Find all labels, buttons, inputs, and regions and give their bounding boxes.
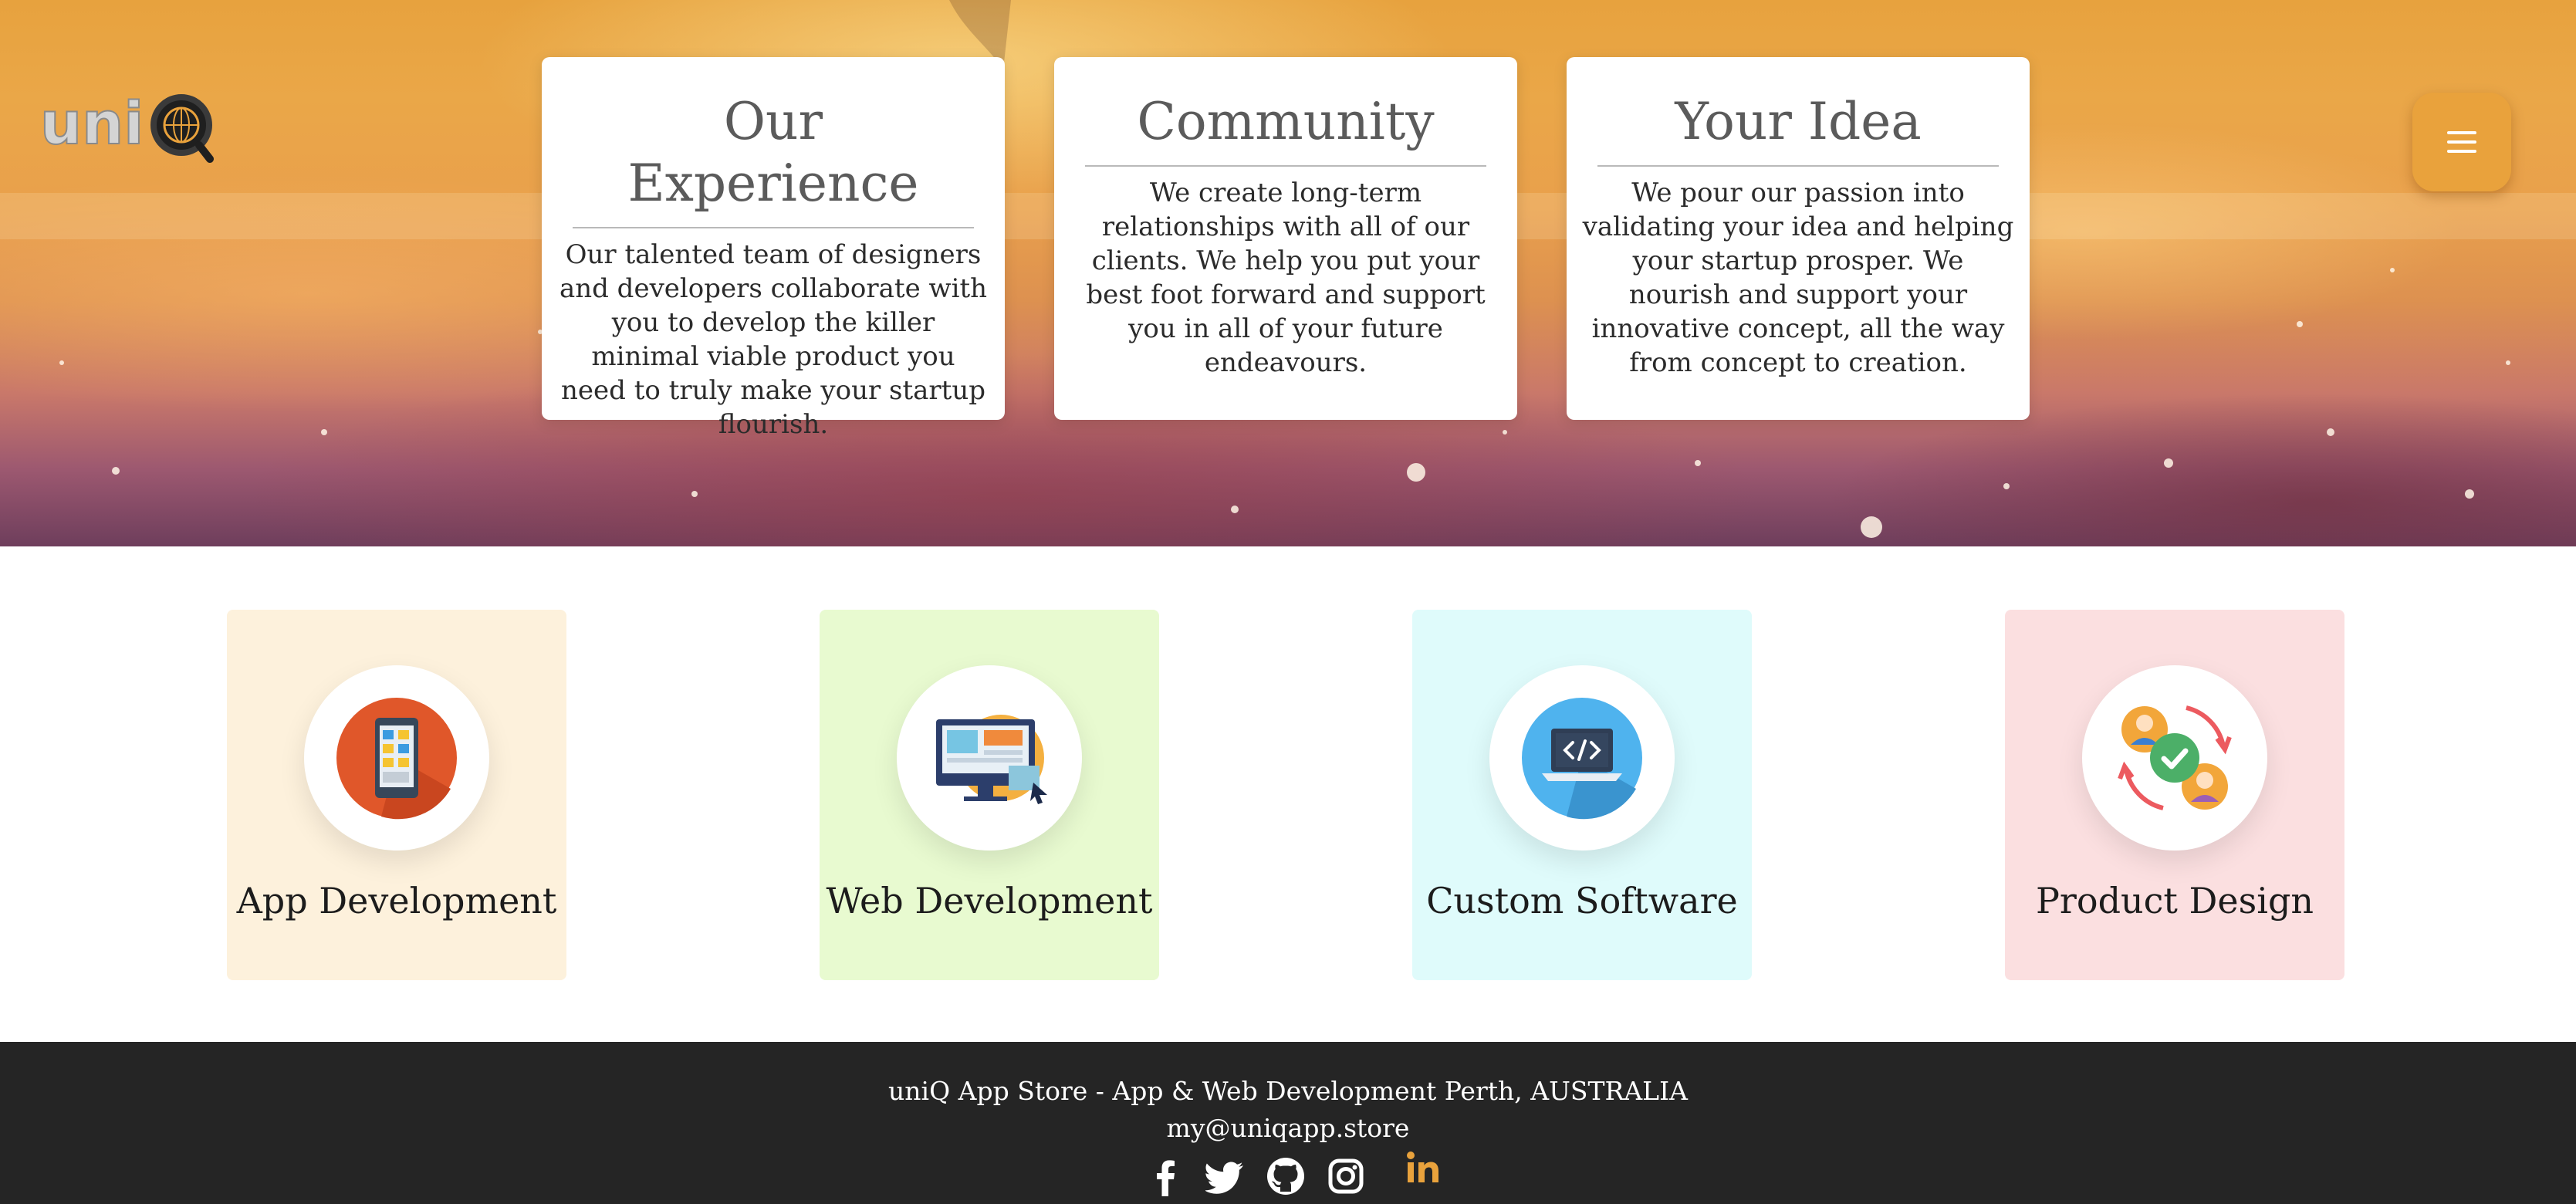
footer-email-link[interactable]: my@uniqapp.store — [0, 1113, 2576, 1143]
brand-logo[interactable]: uni — [39, 88, 215, 164]
service-web-development[interactable]: Web Development — [820, 610, 1159, 980]
instagram-icon[interactable] — [1326, 1156, 1366, 1196]
card-text: We pour our passion into validating your… — [1582, 178, 2014, 378]
card-text: Our talented team of designers and devel… — [559, 239, 988, 440]
social-links — [1145, 1152, 1454, 1202]
service-icon-circle — [2082, 665, 2267, 851]
mobile-app-icon — [336, 698, 457, 820]
card-your-idea: Your Idea We pour our passion into valid… — [1567, 57, 2030, 420]
service-label: App Development — [236, 880, 557, 922]
footer-tagline: uniQ App Store - App & Web Development P… — [888, 1076, 1688, 1106]
linkedin-icon[interactable] — [1403, 1148, 1443, 1189]
service-product-design[interactable]: Product Design — [2005, 610, 2344, 980]
uniq-logo-icon: uni — [39, 88, 214, 163]
facebook-icon[interactable] — [1145, 1156, 1185, 1196]
hamburger-menu-icon-bar — [2447, 131, 2476, 134]
card-our-experience: Our Experience Our talented team of desi… — [542, 57, 1005, 440]
service-label: Custom Software — [1426, 880, 1738, 922]
hero-banner: uni Our Experience Our talented team of … — [0, 0, 2576, 546]
service-icon-circle — [897, 665, 1082, 851]
hamburger-menu-icon-bar — [2447, 150, 2476, 153]
menu-button[interactable] — [2412, 93, 2511, 191]
card-title: Your Idea — [1597, 91, 1999, 167]
service-icon-circle — [304, 665, 489, 851]
card-community: Community We create long-term relationsh… — [1054, 57, 1517, 420]
laptop-code-icon — [1522, 698, 1642, 820]
service-app-development[interactable]: App Development — [227, 610, 566, 980]
twitter-icon[interactable] — [1205, 1156, 1246, 1196]
hamburger-menu-icon-bar — [2447, 140, 2476, 144]
github-icon[interactable] — [1266, 1156, 1306, 1196]
web-monitor-icon — [936, 715, 1047, 804]
service-label: Product Design — [2035, 880, 2314, 922]
card-title: Community — [1085, 91, 1486, 167]
site-footer: uniQ App Store - App & Web Development P… — [0, 1042, 2576, 1204]
svg-text:uni: uni — [40, 90, 144, 157]
service-custom-software[interactable]: Custom Software — [1412, 610, 1752, 980]
service-icon-circle — [1489, 665, 1675, 851]
user-exchange-icon — [2118, 705, 2232, 810]
card-title: Our Experience — [573, 91, 974, 228]
service-label: Web Development — [826, 880, 1153, 922]
card-text: We create long-term relationships with a… — [1086, 178, 1486, 378]
